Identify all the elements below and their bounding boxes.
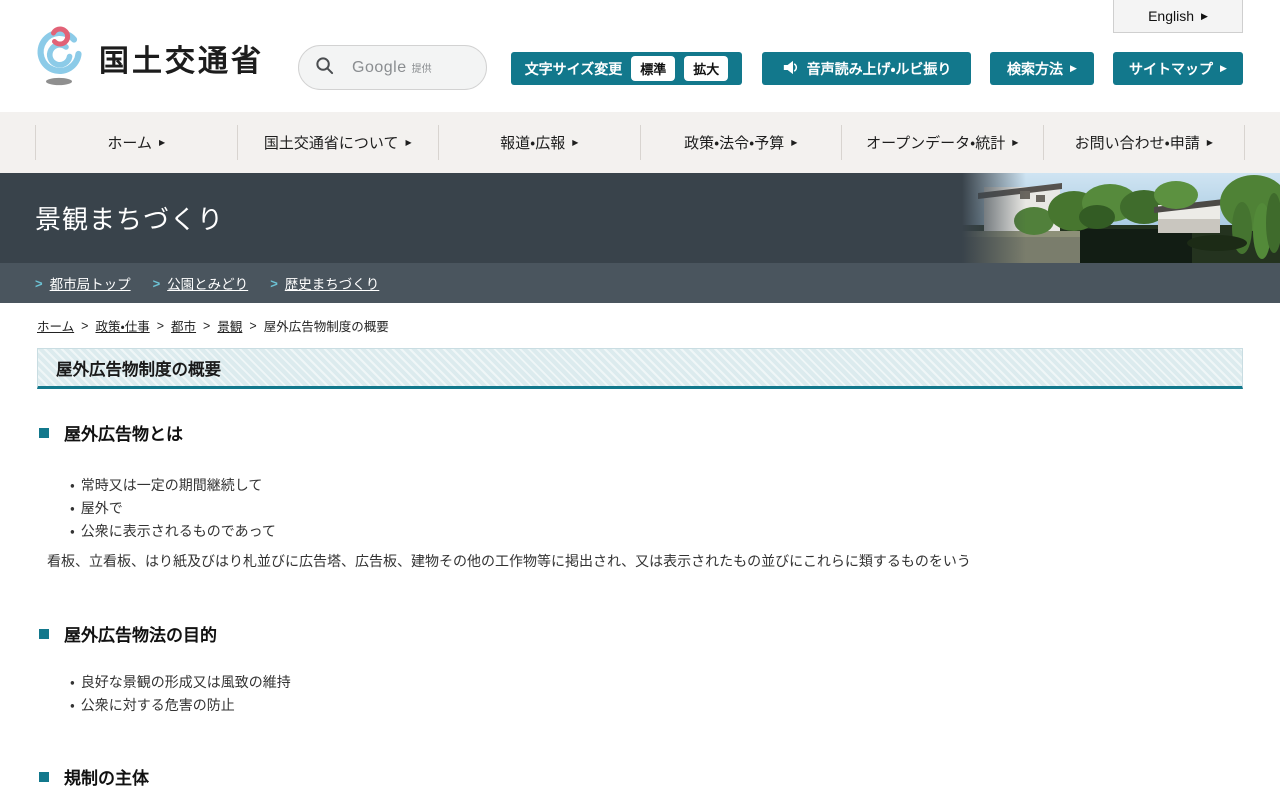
global-nav: ホーム ▶ 国土交通省について ▶ 報道・広報 ▶ 政策・法令・予算 ▶ オープ…	[0, 112, 1280, 173]
sitemap-button[interactable]: サイトマップ ▶	[1113, 52, 1243, 85]
page-title: 屋外広告物制度の概要	[56, 360, 221, 379]
dot-bullet-icon: ・	[70, 697, 75, 713]
search-placeholder: Google	[352, 58, 407, 76]
font-size-control: 文字サイズ変更 標準 拡大	[511, 52, 742, 85]
list-item: ・良好な景観の形成又は風致の維持	[70, 674, 291, 690]
nav-item-policy[interactable]: 政策・法令・予算 ▶	[639, 125, 842, 160]
arrow-right-icon: ▶	[1201, 10, 1208, 21]
arrow-right-icon: ▶	[405, 137, 412, 147]
nav-item-opendata[interactable]: オープンデータ・統計 ▶	[841, 125, 1043, 160]
nav-item-press[interactable]: 報道・広報 ▶	[438, 125, 640, 160]
breadcrumb: ホーム > 政策・仕事 > 都市 > 景観 > 屋外広告物制度の概要	[37, 316, 1243, 335]
list-item: ・公衆に表示されるものであって	[70, 523, 276, 539]
list-item: ・公衆に対する危害の防止	[70, 697, 235, 713]
list-item: ・常時又は一定の期間継続して	[70, 477, 263, 493]
breadcrumb-current: 屋外広告物制度の概要	[263, 320, 389, 334]
section-what-is-outdoor-ad: 屋外広告物とは ・常時又は一定の期間継続して ・屋外で ・公衆に表示されるもので…	[37, 420, 1243, 572]
subnav-link-parks[interactable]: > 公園とみどり	[153, 273, 249, 293]
dot-bullet-icon: ・	[70, 674, 75, 690]
dot-bullet-icon: ・	[70, 523, 75, 539]
breadcrumb-link-home[interactable]: ホーム	[37, 316, 74, 335]
speaker-icon	[782, 60, 799, 78]
list-item: ・屋外で	[70, 500, 123, 516]
section-heading: 屋外広告物法の目的	[39, 621, 1243, 646]
search-provided-label: 提供	[411, 64, 432, 75]
arrow-right-icon: ▶	[1206, 137, 1213, 147]
banner-title: 景観まちづくり	[35, 204, 225, 235]
arrow-right-icon: ▶	[572, 137, 579, 147]
breadcrumb-link-policy[interactable]: 政策・仕事	[95, 316, 149, 335]
speech-reading-button[interactable]: 音声読み上げ・ルビ振り	[762, 52, 971, 85]
section-heading: 屋外広告物とは	[39, 420, 1243, 445]
font-size-large-button[interactable]: 拡大	[684, 56, 729, 81]
nav-item-contact[interactable]: お問い合わせ・申請 ▶	[1042, 125, 1245, 160]
search-method-button[interactable]: 検索方法 ▶	[990, 52, 1094, 85]
breadcrumb-separator: >	[249, 318, 257, 333]
page-banner: 景観まちづくり	[0, 173, 1280, 263]
breadcrumb-separator: >	[156, 318, 165, 333]
square-bullet-icon	[39, 771, 49, 782]
english-button[interactable]: English ▶	[1113, 0, 1243, 33]
section-paragraph: 看板、立看板、はり紙及びはり札並びに広告塔、広告板、建物その他の工作物等に掲出さ…	[47, 553, 971, 569]
section-regulation-body: 規制の主体 都道府県、指定都市及び中核市が、屋外広告物法に基づき屋外広告物条例を…	[37, 764, 1243, 800]
nav-item-home[interactable]: ホーム ▶	[35, 125, 237, 160]
bullet-list: ・常時又は一定の期間継続して ・屋外で ・公衆に表示されるものであって	[70, 474, 1243, 543]
arrow-right-icon: ▶	[1012, 137, 1019, 147]
chevron-right-icon: >	[270, 275, 278, 291]
square-bullet-icon	[39, 427, 49, 438]
arrow-right-icon: ▶	[158, 137, 166, 147]
dot-bullet-icon: ・	[70, 477, 75, 493]
site-title: 国土交通省	[99, 44, 264, 78]
subnav-link-toshikyoku[interactable]: > 都市局トップ	[35, 273, 131, 293]
arrow-right-icon: ▶	[791, 137, 798, 147]
site-header: 国土交通省 Google 提供 文字サイズ変更 標準 拡大 音声読み上げ・ルビ振…	[0, 0, 1280, 112]
breadcrumb-link-city[interactable]: 都市	[171, 316, 196, 335]
chevron-right-icon: >	[152, 275, 161, 291]
breadcrumb-link-landscape[interactable]: 景観	[217, 316, 242, 335]
nav-item-about[interactable]: 国土交通省について ▶	[236, 125, 439, 160]
mlit-logo-icon	[33, 24, 89, 91]
breadcrumb-separator: >	[203, 318, 211, 333]
breadcrumb-separator: >	[81, 318, 89, 333]
main-content: ホーム > 政策・仕事 > 都市 > 景観 > 屋外広告物制度の概要 屋外広告物…	[0, 316, 1280, 800]
section-purpose-of-law: 屋外広告物法の目的 ・良好な景観の形成又は風致の維持 ・公衆に対する危害の防止	[37, 621, 1243, 717]
subnav-link-history[interactable]: > 歴史まちづくり	[270, 273, 379, 293]
arrow-right-icon: ▶	[1220, 63, 1227, 73]
font-size-label: 文字サイズ変更	[524, 60, 623, 77]
dot-bullet-icon: ・	[70, 500, 75, 516]
font-size-standard-button[interactable]: 標準	[631, 56, 676, 81]
search-input[interactable]: Google 提供	[298, 45, 487, 90]
page-title-box: 屋外広告物制度の概要	[37, 348, 1243, 389]
mlit-logo[interactable]: 国土交通省	[33, 24, 264, 91]
section-heading: 規制の主体	[39, 764, 1243, 789]
chevron-right-icon: >	[35, 275, 43, 291]
banner-subnav: > 都市局トップ > 公園とみどり > 歴史まちづくり	[0, 263, 1280, 303]
arrow-right-icon: ▶	[1070, 63, 1077, 73]
square-bullet-icon	[39, 628, 49, 639]
banner-photo	[962, 173, 1280, 263]
bullet-list: ・良好な景観の形成又は風致の維持 ・公衆に対する危害の防止	[70, 671, 1243, 717]
page: 国土交通省 Google 提供 文字サイズ変更 標準 拡大 音声読み上げ・ルビ振…	[0, 0, 1280, 800]
search-icon	[315, 56, 334, 80]
